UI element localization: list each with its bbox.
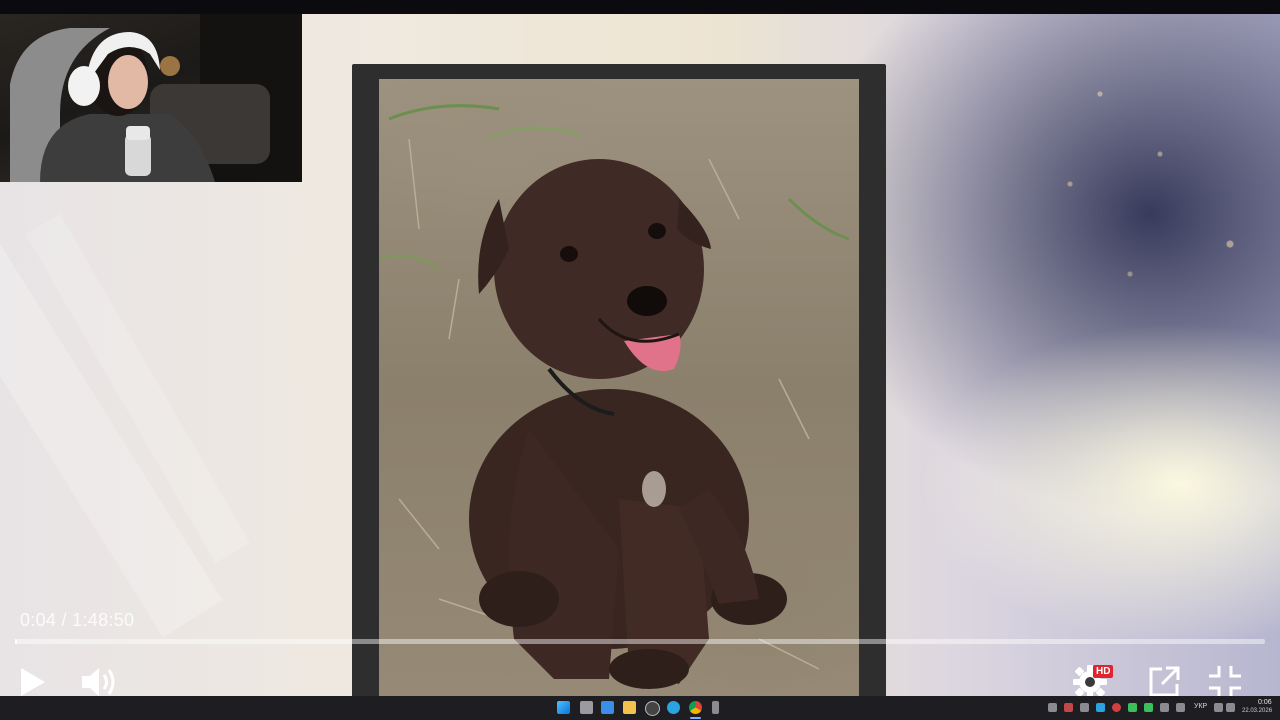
tray-icon[interactable] xyxy=(1176,703,1185,712)
play-icon xyxy=(21,668,45,696)
progress-bar[interactable] xyxy=(15,639,1265,644)
external-link-icon xyxy=(1149,666,1180,697)
file-explorer-icon[interactable] xyxy=(623,701,636,714)
tray-icon[interactable] xyxy=(1080,703,1089,712)
time-display: 0:04 / 1:48:50 xyxy=(20,610,134,631)
clock-time[interactable]: 0:06 xyxy=(1258,699,1272,706)
telegram-chrome-icon[interactable] xyxy=(667,701,680,714)
city-lights-area xyxy=(1010,14,1280,314)
chrome-icon[interactable] xyxy=(689,701,702,714)
popout-button[interactable] xyxy=(1146,664,1182,700)
start-icon[interactable] xyxy=(557,701,570,714)
taskbar: УКР 0:06 22.03.2026 xyxy=(0,696,1280,720)
tray-icon[interactable] xyxy=(1144,703,1153,712)
current-time: 0:04 xyxy=(20,610,57,630)
task-view-icon[interactable] xyxy=(580,701,593,714)
streamer-webcam-image xyxy=(10,14,302,182)
exit-fullscreen-icon xyxy=(1209,666,1241,698)
tray-icon[interactable] xyxy=(1128,703,1137,712)
duration: 1:48:50 xyxy=(72,610,135,630)
webcam-overlay xyxy=(0,14,302,182)
puppy-illustration xyxy=(379,104,850,689)
tray-icon[interactable] xyxy=(1064,703,1073,712)
obs-icon[interactable] xyxy=(645,701,660,716)
time-separator: / xyxy=(61,610,67,630)
tray-icon[interactable] xyxy=(1096,703,1105,712)
play-button[interactable] xyxy=(16,664,48,700)
microphone-icon[interactable] xyxy=(712,701,719,714)
puppy-photo xyxy=(379,79,859,696)
volume-icon xyxy=(82,668,115,696)
language-indicator[interactable]: УКР xyxy=(1194,703,1207,710)
widgets-icon[interactable] xyxy=(601,701,614,714)
speaker-icon[interactable] xyxy=(1226,703,1235,712)
network-icon[interactable] xyxy=(1214,703,1223,712)
top-letterbox xyxy=(0,0,1280,14)
tray-icon[interactable] xyxy=(1112,703,1121,712)
progress-fill xyxy=(15,639,17,644)
exit-fullscreen-button[interactable] xyxy=(1207,664,1243,700)
tray-icon[interactable] xyxy=(1160,703,1169,712)
clock-date[interactable]: 22.03.2026 xyxy=(1242,708,1272,714)
hd-badge: HD xyxy=(1093,665,1114,678)
active-app-indicator xyxy=(690,717,701,719)
volume-button[interactable] xyxy=(80,664,120,700)
tray-icon[interactable] xyxy=(1048,703,1057,712)
